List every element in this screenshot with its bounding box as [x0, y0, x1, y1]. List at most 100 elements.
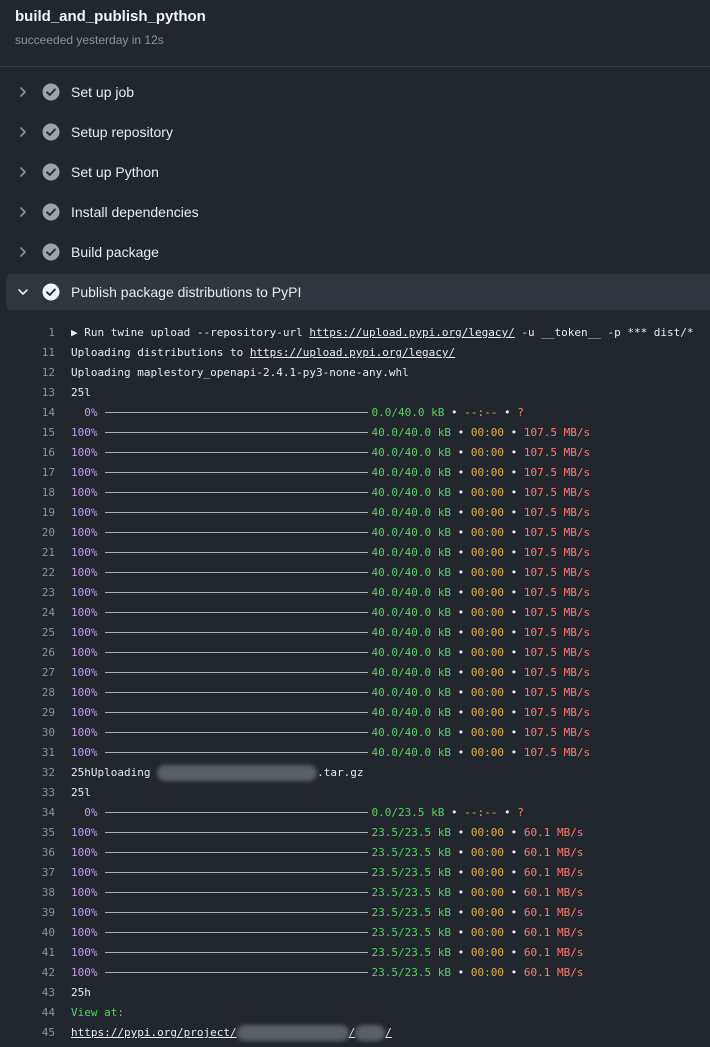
line-number[interactable]: 15 — [0, 423, 55, 443]
log-text: 100% 23.5/23.5 kB • 00:00 • 60.1 MB/s — [71, 883, 583, 903]
line-number[interactable]: 41 — [0, 943, 55, 963]
progress-size: 40.0/40.0 kB — [371, 466, 451, 479]
bullet-separator: • — [497, 806, 518, 819]
progress-bar — [104, 491, 368, 493]
log-line: 33 25l — [0, 783, 710, 803]
log-link[interactable]: https://upload.pypi.org/legacy/ — [309, 326, 514, 339]
step-1[interactable]: Set up job — [6, 74, 710, 110]
line-number[interactable]: 26 — [0, 643, 55, 663]
progress-percent: 100% — [71, 606, 98, 619]
line-number[interactable]: 17 — [0, 463, 55, 483]
log-line: 21 100% 40.0/40.0 kB • 00:00 • 107.5 MB/s — [0, 543, 710, 563]
line-number[interactable]: 23 — [0, 583, 55, 603]
progress-percent: 100% — [71, 426, 98, 439]
log-line: 31 100% 40.0/40.0 kB • 00:00 • 107.5 MB/s — [0, 743, 710, 763]
progress-size: 40.0/40.0 kB — [371, 626, 451, 639]
line-number[interactable]: 33 — [0, 783, 55, 803]
progress-size: 40.0/40.0 kB — [371, 546, 451, 559]
log-text: 100% 40.0/40.0 kB • 00:00 • 107.5 MB/s — [71, 683, 590, 703]
line-number[interactable]: 19 — [0, 503, 55, 523]
log-link[interactable]: https://upload.pypi.org/legacy/ — [250, 346, 455, 359]
bullet-separator: • — [444, 406, 465, 419]
log-line: 37 100% 23.5/23.5 kB • 00:00 • 60.1 MB/s — [0, 863, 710, 883]
line-number[interactable]: 14 — [0, 403, 55, 423]
bullet-separator: • — [450, 746, 471, 759]
line-number[interactable]: 27 — [0, 663, 55, 683]
bullet-separator: • — [450, 846, 471, 859]
log-line: 38 100% 23.5/23.5 kB • 00:00 • 60.1 MB/s — [0, 883, 710, 903]
line-number[interactable]: 35 — [0, 823, 55, 843]
line-number[interactable]: 11 — [0, 343, 55, 363]
line-number[interactable]: 12 — [0, 363, 55, 383]
progress-speed: 107.5 MB/s — [523, 526, 591, 539]
line-number[interactable]: 22 — [0, 563, 55, 583]
line-number[interactable]: 25 — [0, 623, 55, 643]
line-number[interactable]: 29 — [0, 703, 55, 723]
progress-percent: 100% — [71, 846, 98, 859]
bullet-separator: • — [450, 686, 471, 699]
progress-bar — [104, 451, 368, 453]
line-number[interactable]: 36 — [0, 843, 55, 863]
line-number[interactable]: 40 — [0, 923, 55, 943]
progress-eta: 00:00 — [470, 646, 504, 659]
line-number[interactable]: 31 — [0, 743, 55, 763]
bullet-separator: • — [503, 526, 524, 539]
progress-bar — [104, 851, 368, 853]
log-line: 40 100% 23.5/23.5 kB • 00:00 • 60.1 MB/s — [0, 923, 710, 943]
line-number[interactable]: 32 — [0, 763, 55, 783]
line-number[interactable]: 37 — [0, 863, 55, 883]
progress-percent: 100% — [71, 526, 98, 539]
progress-eta: 00:00 — [470, 426, 504, 439]
progress-size: 40.0/40.0 kB — [371, 526, 451, 539]
log-text: 100% 40.0/40.0 kB • 00:00 • 107.5 MB/s — [71, 703, 590, 723]
log-output: 1 ▶ Run twine upload --repository-url htt… — [0, 323, 710, 1043]
log-text: 100% 23.5/23.5 kB • 00:00 • 60.1 MB/s — [71, 963, 583, 983]
progress-size: 40.0/40.0 kB — [371, 706, 451, 719]
step-label: Install dependencies — [71, 204, 199, 220]
line-number[interactable]: 45 — [0, 1023, 55, 1043]
log-text: 100% 40.0/40.0 kB • 00:00 • 107.5 MB/s — [71, 503, 590, 523]
line-number[interactable]: 16 — [0, 443, 55, 463]
progress-size: 40.0/40.0 kB — [371, 606, 451, 619]
line-number[interactable]: 43 — [0, 983, 55, 1003]
progress-size: 40.0/40.0 kB — [371, 426, 451, 439]
log-line: 18 100% 40.0/40.0 kB • 00:00 • 107.5 MB/s — [0, 483, 710, 503]
log-text: 100% 40.0/40.0 kB • 00:00 • 107.5 MB/s — [71, 723, 590, 743]
bullet-separator: • — [503, 726, 524, 739]
line-number[interactable]: 44 — [0, 1003, 55, 1023]
line-number[interactable]: 28 — [0, 683, 55, 703]
line-number[interactable]: 30 — [0, 723, 55, 743]
line-number[interactable]: 38 — [0, 883, 55, 903]
line-number[interactable]: 34 — [0, 803, 55, 823]
progress-eta: 00:00 — [470, 526, 504, 539]
line-number[interactable]: 24 — [0, 603, 55, 623]
line-number[interactable]: 39 — [0, 903, 55, 923]
progress-speed: 107.5 MB/s — [523, 506, 591, 519]
step-4[interactable]: Install dependencies — [6, 194, 710, 230]
line-number[interactable]: 18 — [0, 483, 55, 503]
step-5[interactable]: Build package — [6, 234, 710, 270]
line-number[interactable]: 20 — [0, 523, 55, 543]
bullet-separator: • — [503, 506, 524, 519]
line-number[interactable]: 21 — [0, 543, 55, 563]
log-message[interactable]: ▶ Run twine upload --repository-url — [71, 326, 309, 339]
log-line: 34 0% 0.0/23.5 kB • --:-- • ? — [0, 803, 710, 823]
bullet-separator: • — [503, 486, 524, 499]
log-line: 12 Uploading maplestory_openapi-2.4.1-py3… — [0, 363, 710, 383]
log-text: 100% 23.5/23.5 kB • 00:00 • 60.1 MB/s — [71, 843, 583, 863]
progress-speed: 107.5 MB/s — [523, 626, 591, 639]
progress-speed: 60.1 MB/s — [523, 826, 584, 839]
step-2[interactable]: Setup repository — [6, 114, 710, 150]
step-3[interactable]: Set up Python — [6, 154, 710, 190]
line-number[interactable]: 1 — [0, 323, 55, 343]
bullet-separator: • — [450, 946, 471, 959]
bullet-separator: • — [503, 426, 524, 439]
progress-bar — [104, 811, 368, 813]
project-link[interactable]: https://pypi.org/project/ / / — [71, 1025, 392, 1041]
step-6[interactable]: Publish package distributions to PyPI — [6, 274, 710, 310]
line-number[interactable]: 42 — [0, 963, 55, 983]
log-text: 100% 23.5/23.5 kB • 00:00 • 60.1 MB/s — [71, 903, 583, 923]
progress-bar — [104, 871, 368, 873]
line-number[interactable]: 13 — [0, 383, 55, 403]
progress-speed: 107.5 MB/s — [523, 726, 591, 739]
